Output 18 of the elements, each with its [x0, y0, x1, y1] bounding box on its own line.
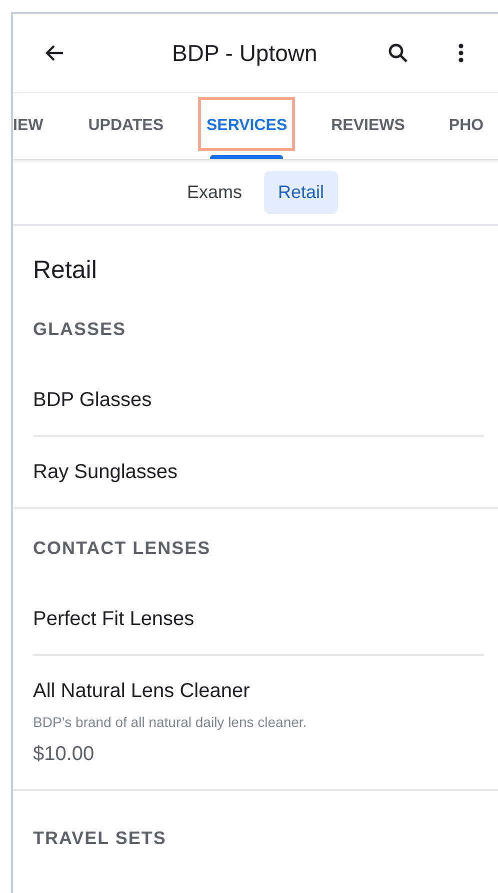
item-name: Ray Sunglasses — [33, 460, 179, 484]
filter-chip[interactable]: Exams — [172, 170, 256, 214]
item-name: All Natural Lens Cleaner — [33, 678, 251, 704]
tab[interactable]: REVIEWS — [331, 93, 405, 159]
page-title: BDP - Uptown — [172, 38, 318, 68]
tab[interactable]: PHO — [448, 93, 484, 159]
filter-chip[interactable]: Retail — [264, 170, 338, 214]
item-name: Perfect Fit Lenses — [33, 606, 196, 632]
tab[interactable]: UPDATES — [88, 93, 164, 159]
section-heading: Retail — [32, 255, 98, 286]
tab[interactable]: IEW — [13, 93, 44, 159]
category-title: CONTACT LENSES — [32, 536, 212, 560]
item-description: BDP’s brand of all natural daily lens cleaner. — [33, 712, 308, 732]
item-price: $10.00 — [33, 742, 96, 766]
tab[interactable]: SERVICES — [198, 93, 296, 159]
category-title: GLASSES — [32, 318, 128, 340]
item-name: BDP Glasses — [33, 388, 153, 412]
category-title: TRAVEL SETS — [32, 826, 168, 850]
